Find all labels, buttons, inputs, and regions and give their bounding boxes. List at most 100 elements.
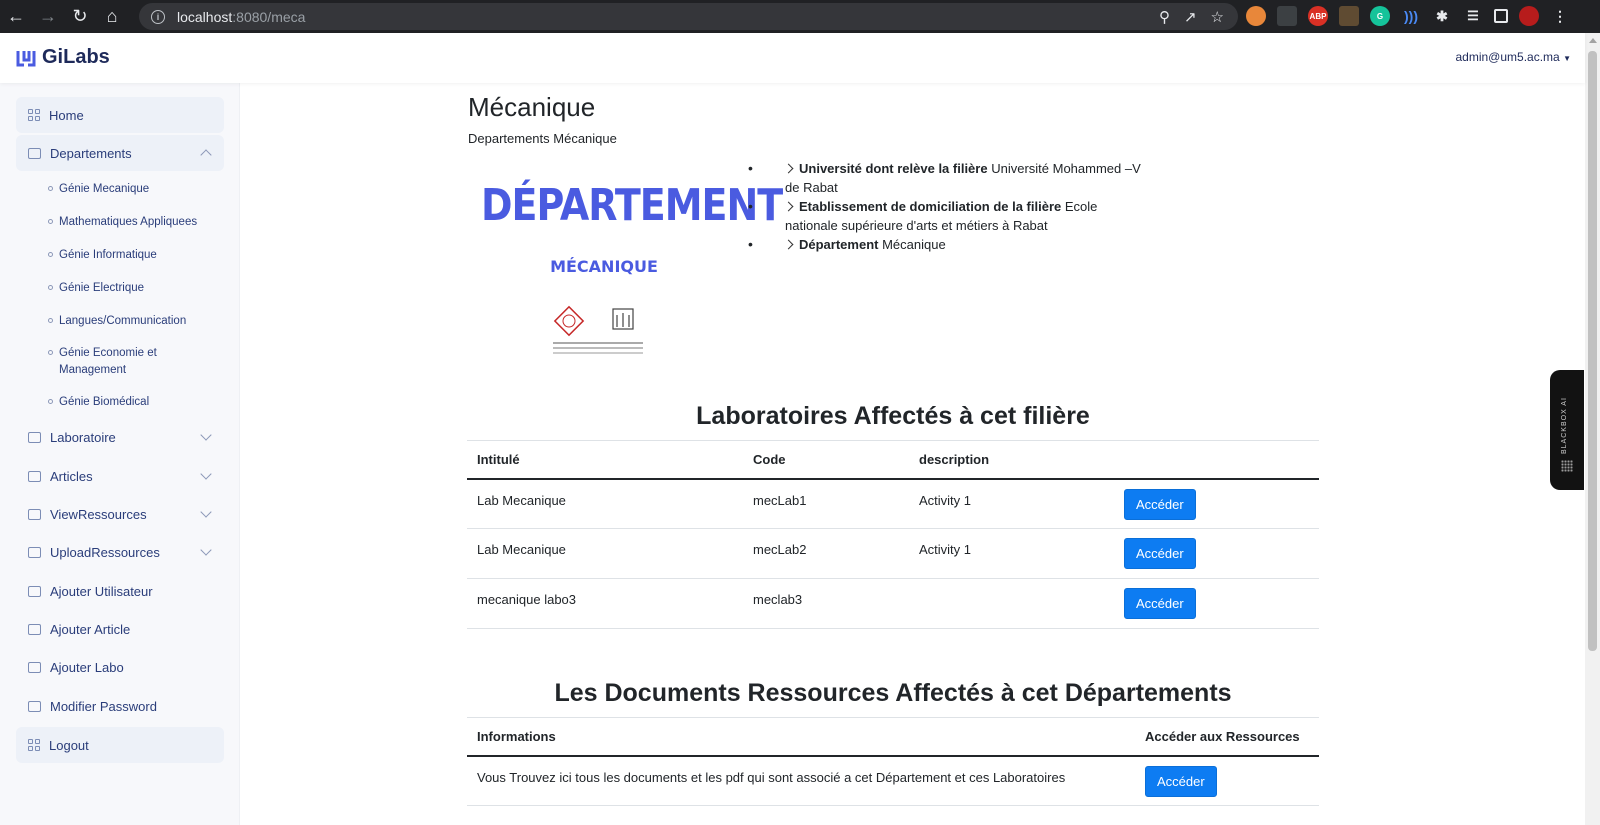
sidebar-item-label: Ajouter Article: [50, 621, 131, 637]
back-icon[interactable]: ←: [0, 0, 32, 33]
sidebar-item-modifier-password[interactable]: Modifier Password: [16, 688, 224, 724]
sidebar-item-logout[interactable]: Logout: [16, 727, 224, 763]
cell-intitule: mecanique labo3: [467, 578, 743, 629]
bullet-icon: [48, 399, 53, 404]
scroll-up-icon[interactable]: [1589, 38, 1597, 43]
cell-action: Accéder: [1114, 478, 1319, 529]
media-icon[interactable]: ☰: [1463, 6, 1483, 26]
sidebar-item-ajouter-utilisateur[interactable]: Ajouter Utilisateur: [16, 573, 224, 609]
grammarly-icon[interactable]: G: [1370, 6, 1390, 26]
sidepanel-icon[interactable]: [1494, 9, 1508, 23]
acceder-button[interactable]: Accéder: [1124, 588, 1196, 619]
table-header-row: Intitulé Code description: [467, 440, 1319, 480]
acceder-ressources-button[interactable]: Accéder: [1145, 765, 1217, 797]
sidebar-item-label: Modifier Password: [50, 698, 157, 714]
sidebar-item-departements[interactable]: Departements: [16, 135, 224, 171]
sidebar-subitem-informatique[interactable]: Génie Informatique: [48, 247, 218, 264]
cell-informations: Vous Trouvez ici tous les documents et l…: [467, 755, 1135, 806]
info-item-etablissement: Etablissement de domiciliation de la fil…: [748, 197, 1146, 235]
wifi-extension-icon[interactable]: ))): [1401, 6, 1421, 26]
list-icon: [28, 508, 41, 520]
gilabs-logo-icon: [16, 49, 36, 67]
banner-subtitle: MÉCANIQUE: [550, 257, 658, 276]
sidebar-item-viewressources[interactable]: ViewRessources: [16, 496, 224, 532]
sidebar-item-uploadressources[interactable]: UploadRessources: [16, 534, 224, 570]
blackbox-ai-widget[interactable]: BLACKBOX AI: [1550, 370, 1584, 490]
zoom-icon[interactable]: ⚲: [1159, 8, 1170, 26]
home-icon[interactable]: ⌂: [96, 0, 128, 33]
sidebar-item-label: Home: [49, 107, 84, 123]
sidebar-subitem-mathematiques[interactable]: Mathematiques Appliquees: [48, 214, 218, 231]
forward-icon[interactable]: →: [32, 0, 64, 33]
caret-down-icon: ▼: [1563, 54, 1571, 63]
sidebar-subitem-electrique[interactable]: Génie Electrique: [48, 280, 218, 297]
sidebar-item-articles[interactable]: Articles: [16, 458, 224, 494]
cell-action: Accéder: [1114, 578, 1319, 629]
sidebar-item-home[interactable]: Home: [16, 97, 224, 133]
sidebar-subitem-economie[interactable]: Génie Economie et Management: [48, 345, 178, 379]
labs-table: Intitulé Code description Lab Mecanique …: [467, 440, 1319, 629]
document-icon: [28, 470, 41, 482]
sidebar-item-ajouter-labo[interactable]: Ajouter Labo: [16, 649, 224, 685]
puzzle-icon[interactable]: ✱: [1432, 6, 1452, 26]
documents-section-title: Les Documents Ressources Affectés à cet …: [554, 679, 1232, 707]
labs-section-title: Laboratoires Affectés à cet filière: [696, 402, 1090, 430]
address-bar[interactable]: i localhost:8080/meca ⚲ ↗ ☆: [139, 3, 1238, 30]
list-icon: [28, 147, 41, 159]
info-item-universite: Université dont relève la filière Univer…: [748, 159, 1146, 197]
extension-icon[interactable]: [1246, 6, 1266, 26]
bullet-icon: [48, 252, 53, 257]
user-dropdown[interactable]: admin@um5.ac.ma ▼: [1456, 50, 1572, 64]
sidebar-item-label: Articles: [50, 468, 93, 484]
table-row: Vous Trouvez ici tous les documents et l…: [467, 755, 1319, 806]
sidebar-subitem-biomedical[interactable]: Génie Biomédical: [48, 394, 218, 411]
cell-code: mecLab1: [743, 478, 909, 529]
sidebar-subitem-langues[interactable]: Langues/Communication: [48, 313, 218, 330]
list-icon: [28, 546, 41, 558]
adblock-icon[interactable]: ABP: [1308, 6, 1328, 26]
cell-description: Activity 1: [909, 478, 1114, 529]
sidebar-item-label: ViewRessources: [50, 506, 147, 522]
table-row: Lab Mecanique mecLab1 Activity 1 Accéder: [467, 478, 1319, 529]
cell-intitule: Lab Mecanique: [467, 478, 743, 529]
table-header-row: Informations Accéder aux Ressources: [467, 717, 1319, 757]
page-subtitle: Departements Mécanique: [468, 131, 617, 146]
profile-avatar[interactable]: [1519, 6, 1539, 26]
share-icon[interactable]: ↗: [1184, 8, 1197, 26]
document-icon: [28, 661, 41, 673]
brand[interactable]: GiLabs: [16, 46, 110, 69]
document-icon: [28, 700, 41, 712]
brand-name: GiLabs: [42, 46, 110, 68]
chevron-up-icon: [200, 149, 212, 161]
sidebar-item-laboratoire[interactable]: Laboratoire: [16, 419, 224, 455]
documents-table: Informations Accéder aux Ressources Vous…: [467, 717, 1319, 806]
chevron-down-icon: [200, 468, 212, 480]
cell-description: Activity 1: [909, 528, 1114, 579]
acceder-button[interactable]: Accéder: [1124, 488, 1196, 520]
url-text: localhost:8080/meca: [177, 8, 306, 25]
browser-toolbar: ← → ↻ ⌂ i localhost:8080/meca ⚲ ↗ ☆ ABP …: [0, 0, 1600, 33]
chevron-right-icon: [783, 163, 794, 174]
dots-icon: [1561, 460, 1573, 472]
menu-kebab-icon[interactable]: ⋮: [1550, 6, 1570, 26]
sidebar-subitem-genie-mecanique[interactable]: Génie Mecanique: [48, 181, 218, 198]
reload-icon[interactable]: ↻: [64, 0, 96, 33]
document-icon: [28, 623, 41, 635]
scrollbar-thumb[interactable]: [1588, 51, 1597, 651]
department-banner-image: DÉPARTEMENT MÉCANIQUE: [481, 175, 783, 375]
apps-grid-icon[interactable]: [1277, 6, 1297, 26]
sidebar-item-label: Ajouter Utilisateur: [50, 583, 153, 599]
cell-intitule: Lab Mecanique: [467, 528, 743, 579]
site-info-icon[interactable]: i: [151, 9, 165, 24]
chevron-right-icon: [783, 201, 794, 212]
chevron-down-icon: [200, 429, 212, 441]
page-scrollbar[interactable]: [1585, 33, 1600, 825]
app-header: GiLabs admin@um5.ac.ma ▼: [0, 33, 1585, 83]
extension-icon[interactable]: [1339, 6, 1359, 26]
cell-action: Accéder: [1114, 528, 1319, 579]
acceder-button[interactable]: Accéder: [1124, 538, 1196, 569]
department-info-list: Université dont relève la filière Univer…: [748, 159, 1146, 254]
table-row: mecanique labo3 meclab3 Accéder: [467, 578, 1319, 629]
sidebar-item-ajouter-article[interactable]: Ajouter Article: [16, 611, 224, 647]
bookmark-star-icon[interactable]: ☆: [1211, 8, 1224, 26]
